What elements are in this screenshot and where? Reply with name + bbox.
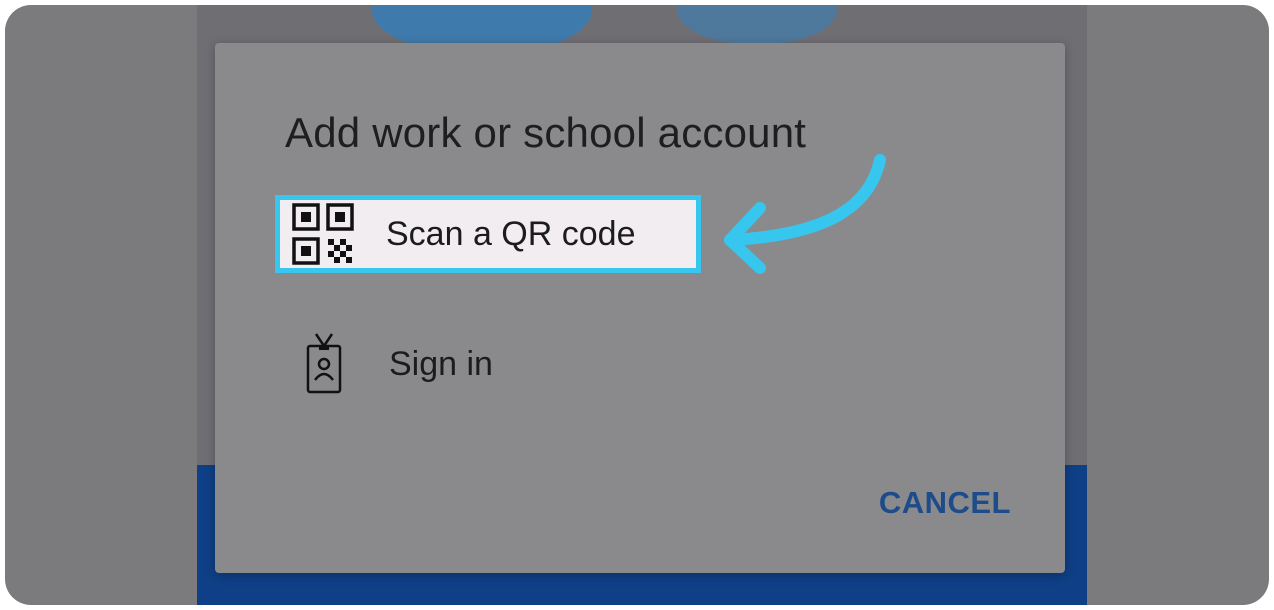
add-account-dialog: Add work or school account Scan a QR cod… xyxy=(215,43,1065,573)
scan-qr-code-option[interactable]: Scan a QR code xyxy=(275,195,701,273)
scan-qr-code-label: Scan a QR code xyxy=(386,214,636,253)
qr-code-icon xyxy=(288,199,358,269)
sign-in-option[interactable]: Sign in xyxy=(275,329,695,399)
badge-icon xyxy=(289,329,359,399)
dialog-title: Add work or school account xyxy=(285,109,807,156)
cancel-button[interactable]: CANCEL xyxy=(879,485,1011,521)
background-illustration-secondary xyxy=(677,5,837,45)
sign-in-label: Sign in xyxy=(389,344,493,383)
screenshot-frame: Add work or school account Scan a QR cod… xyxy=(5,5,1269,605)
